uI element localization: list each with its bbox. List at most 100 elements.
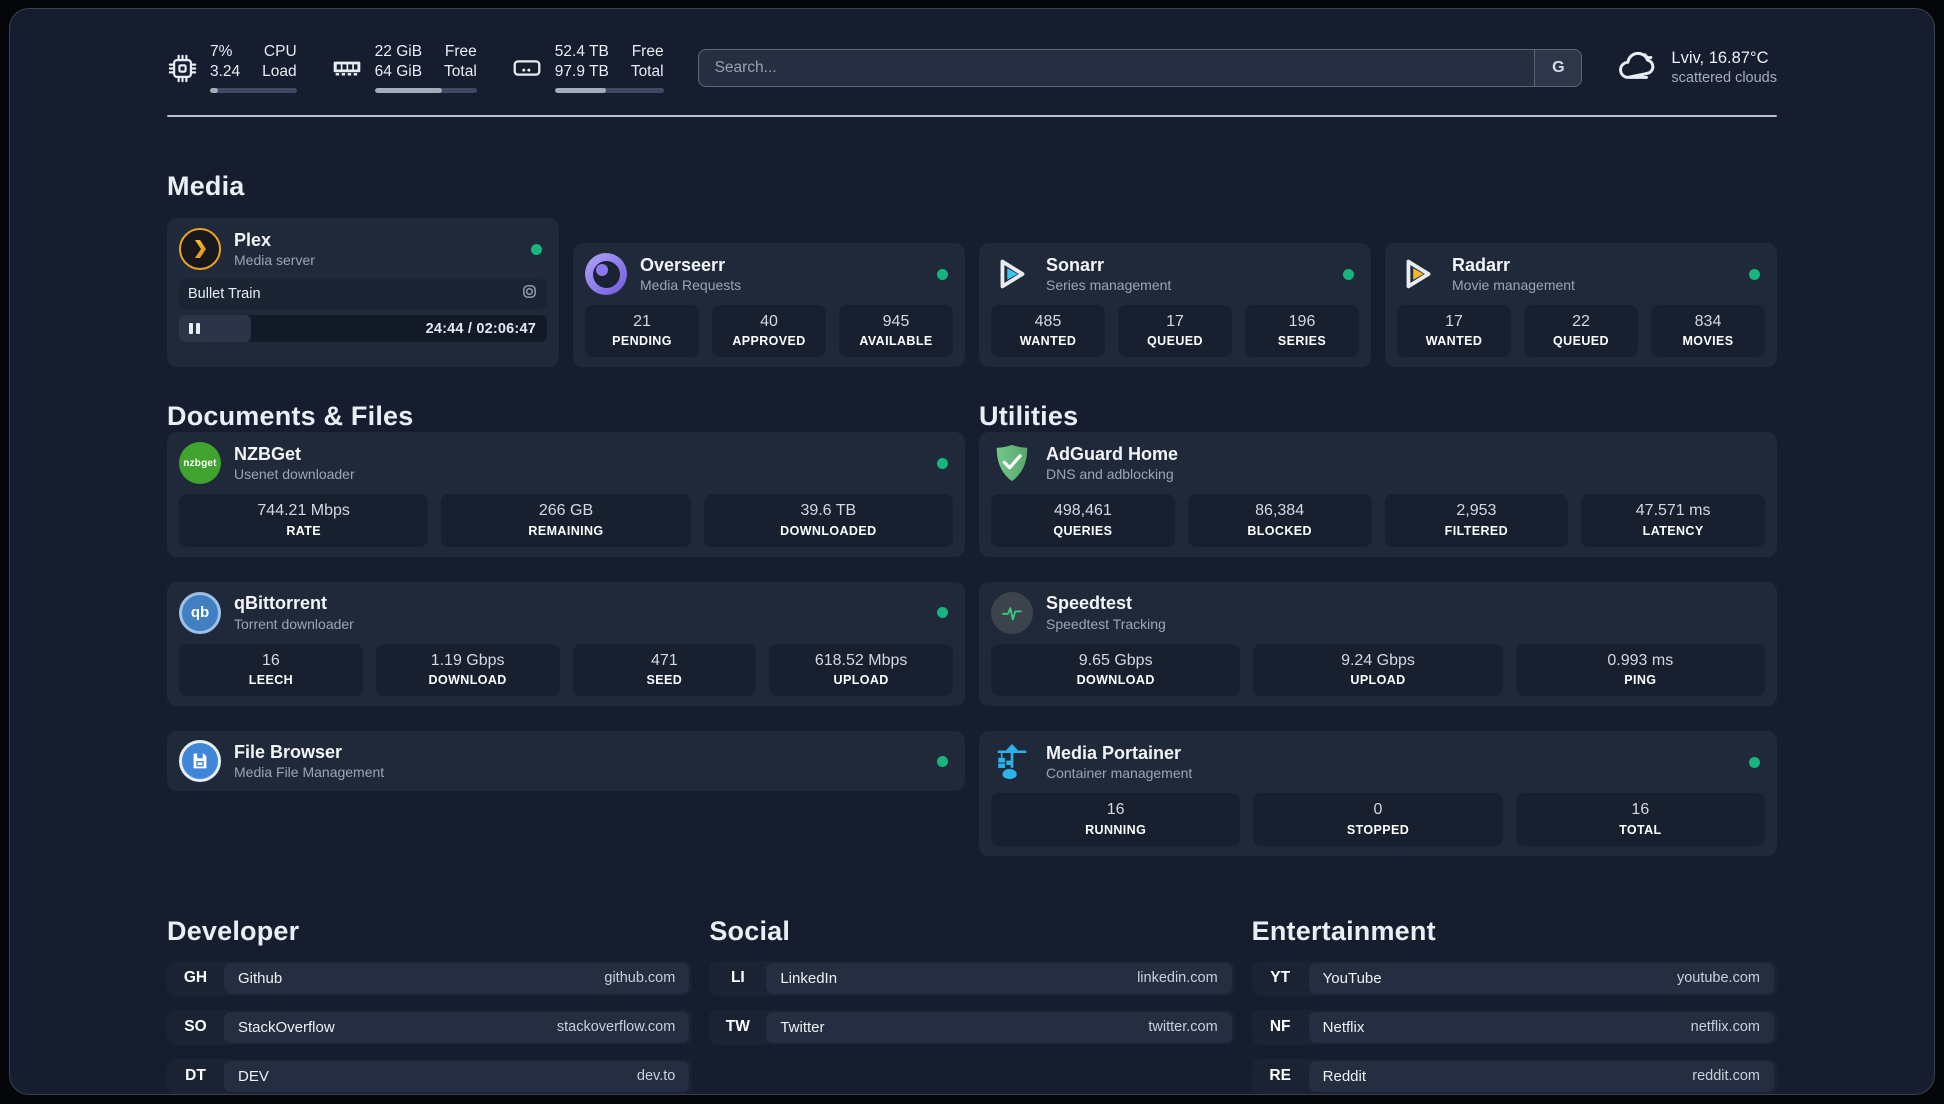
nzbget-icon: nzbget <box>179 442 221 485</box>
overseerr-icon <box>585 253 627 295</box>
stat-tile: 498,461 QUERIES <box>991 494 1175 547</box>
bookmark-dev[interactable]: DT DEV dev.to <box>167 1058 693 1094</box>
entertainment-bookmarks: Entertainment YT YouTube youtube.com NF … <box>1251 915 1777 1094</box>
bookmark-reddit[interactable]: RE Reddit reddit.com <box>1251 1058 1777 1094</box>
app-name: Media Portainer <box>1046 742 1182 763</box>
pause-icon[interactable] <box>189 323 200 334</box>
sonarr-icon <box>991 253 1033 295</box>
cpu-load-label: Load <box>262 63 297 80</box>
top-bar: 7% CPU 3.24 Load 22 GiB Free 64 GiB Tota… <box>167 41 1777 95</box>
bookmark-netflix[interactable]: NF Netflix netflix.com <box>1251 1009 1777 1045</box>
cloud-icon <box>1616 45 1658 92</box>
bookmark-twitter[interactable]: TW Twitter twitter.com <box>709 1009 1235 1045</box>
portainer-card[interactable]: Media Portainer Container management 16 R… <box>979 731 1777 856</box>
filebrowser-card[interactable]: File Browser Media File Management <box>167 731 965 792</box>
search-input[interactable] <box>698 50 1535 86</box>
nzbget-card[interactable]: nzbget NZBGet Usenet downloader 744.21 M… <box>167 432 965 557</box>
bookmark-linkedin[interactable]: LI LinkedIn linkedin.com <box>709 960 1235 996</box>
cpu-label: CPU <box>263 43 297 61</box>
bookmark-url: github.com <box>604 970 676 987</box>
app-description: Media server <box>234 252 315 268</box>
app-description: Movie management <box>1452 277 1575 293</box>
media-cards-row: Plex Media server Bullet Train 24:44 / 0… <box>167 218 1777 368</box>
ram-free-label: Free <box>444 43 477 61</box>
stat-tile: 196 SERIES <box>1245 305 1359 358</box>
stat-tile: 471 SEED <box>572 643 757 697</box>
bookmark-url: netflix.com <box>1690 1019 1760 1036</box>
status-dot <box>937 268 948 280</box>
stat-tile: 1.19 Gbps DOWNLOAD <box>375 643 560 697</box>
stat-tile: 2,953 FILTERED <box>1384 494 1569 547</box>
bookmark-github[interactable]: GH Github github.com <box>167 960 693 996</box>
header-divider <box>167 115 1777 117</box>
search-engine-button[interactable]: G <box>1534 50 1582 86</box>
bookmark-stackoverflow[interactable]: SO StackOverflow stackoverflow.com <box>167 1009 693 1045</box>
stat-tile: 16 RUNNING <box>991 793 1241 846</box>
bookmark-abbr: LI <box>730 969 745 987</box>
ram-total-label: Total <box>444 63 477 80</box>
app-name: Plex <box>234 229 272 250</box>
disk-free-label: Free <box>631 43 664 61</box>
app-description: Usenet downloader <box>234 466 355 483</box>
bookmark-url: reddit.com <box>1692 1068 1760 1085</box>
social-bookmarks: Social LI LinkedIn linkedin.com TW Twitt… <box>709 915 1235 1045</box>
app-description: Torrent downloader <box>234 615 354 632</box>
session-icon[interactable] <box>521 283 538 305</box>
filebrowser-icon <box>179 740 221 783</box>
bookmark-abbr: RE <box>1269 1067 1291 1085</box>
disk-total-value: 97.9 TB <box>554 63 609 80</box>
plex-icon <box>179 228 221 270</box>
app-name: Overseerr <box>640 254 726 275</box>
stat-tile: 16 TOTAL <box>1515 793 1765 846</box>
disk-total-label: Total <box>630 63 664 80</box>
cpu-progress-bar <box>210 87 297 93</box>
plex-now-playing: Bullet Train 24:44 / 02:06:47 <box>179 279 547 342</box>
bookmark-name: Netflix <box>1322 1018 1365 1036</box>
disk-icon <box>511 52 543 84</box>
cpu-icon <box>167 53 198 84</box>
qbittorrent-card[interactable]: qb qBittorrent Torrent downloader 16 LEEC… <box>167 581 965 707</box>
bookmark-url: stackoverflow.com <box>556 1019 676 1036</box>
disk-progress-bar <box>554 87 664 93</box>
app-name: Sonarr <box>1046 254 1105 275</box>
section-title-media: Media <box>167 171 245 201</box>
bookmark-youtube[interactable]: YT YouTube youtube.com <box>1251 960 1777 996</box>
status-dot <box>1343 268 1354 280</box>
app-description: Media Requests <box>640 277 742 293</box>
section-title-utilities: Utilities <box>979 401 1079 432</box>
stat-tile: 266 GB REMAINING <box>441 494 691 547</box>
radarr-card[interactable]: Radarr Movie management 17 WANTED 22 QUEUE… <box>1385 243 1777 368</box>
bookmark-name: YouTube <box>1322 969 1382 987</box>
stat-tile: 21 PENDING <box>585 305 699 358</box>
speedtest-card[interactable]: Speedtest Speedtest Tracking 9.65 Gbps DO… <box>979 581 1777 707</box>
bookmark-name: DEV <box>238 1067 269 1085</box>
overseerr-card[interactable]: Overseerr Media Requests 21 PENDING 40 APP… <box>573 243 965 368</box>
adguard-card[interactable]: AdGuard Home DNS and adblocking 498,461 Q… <box>979 432 1777 557</box>
qbittorrent-icon: qb <box>179 591 221 634</box>
stat-tile: 39.6 TB DOWNLOADED <box>703 494 953 547</box>
app-name: AdGuard Home <box>1046 443 1179 464</box>
bookmark-name: Github <box>238 969 283 987</box>
ram-free-value: 22 GiB <box>374 43 423 61</box>
weather-widget: Lviv, 16.87°C scattered clouds <box>1616 45 1777 92</box>
stat-tile: 618.52 Mbps UPLOAD <box>769 643 953 697</box>
bookmark-abbr: SO <box>184 1018 207 1036</box>
status-dot <box>531 243 542 255</box>
stat-tile: 9.24 Gbps UPLOAD <box>1253 643 1503 697</box>
section-title-social: Social <box>709 915 791 946</box>
plex-card[interactable]: Plex Media server Bullet Train 24:44 / 0… <box>167 218 559 368</box>
radarr-icon <box>1397 253 1439 295</box>
ram-progress-bar <box>374 87 477 93</box>
app-name: qBittorrent <box>234 593 327 614</box>
sonarr-card[interactable]: Sonarr Series management 485 WANTED 17 QUE… <box>979 243 1371 368</box>
cpu-load-value: 3.24 <box>210 63 241 80</box>
status-dot <box>1749 268 1760 280</box>
disk-free-value: 52.4 TB <box>554 43 609 61</box>
bookmark-abbr: NF <box>1269 1018 1291 1036</box>
section-title-entertainment: Entertainment <box>1251 915 1436 946</box>
cpu-usage-value: 7% <box>210 43 233 61</box>
app-name: Radarr <box>1452 254 1511 275</box>
app-description: Container management <box>1046 765 1193 782</box>
stat-tile: 17 WANTED <box>1397 305 1511 358</box>
status-dot <box>937 755 948 767</box>
